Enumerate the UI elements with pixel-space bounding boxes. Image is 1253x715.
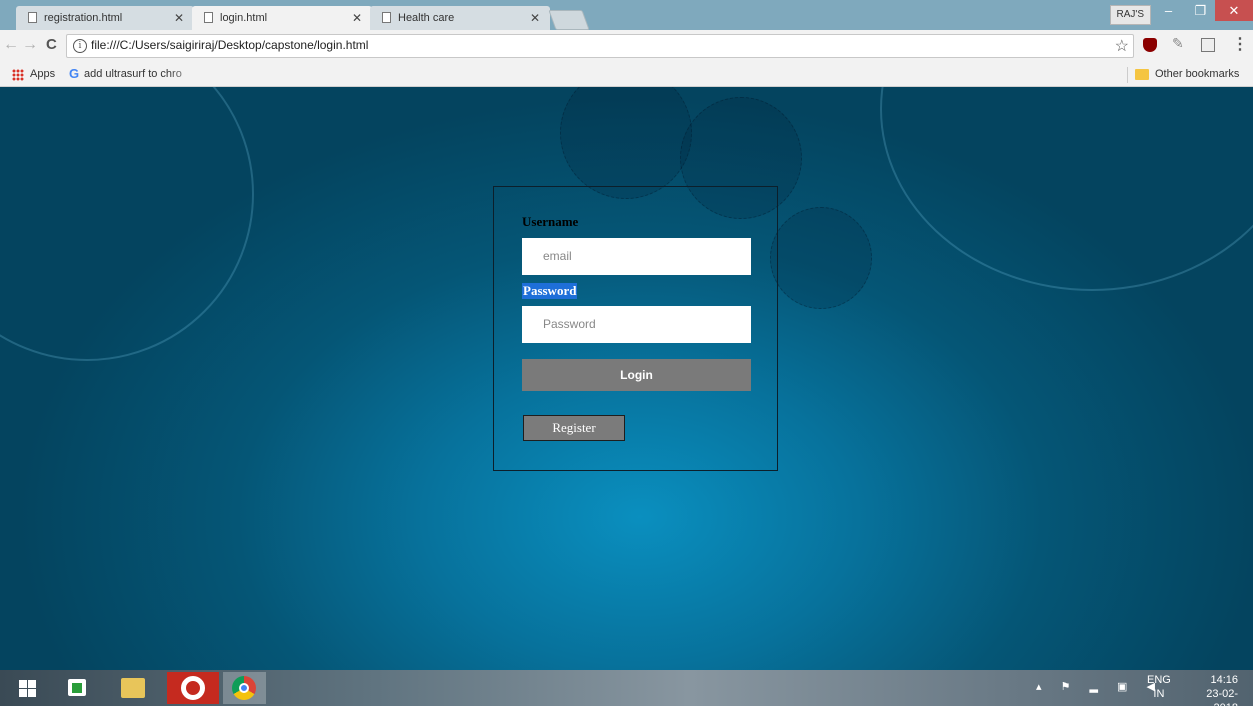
page-viewport: Username email Password Password Login R… bbox=[0, 87, 1253, 670]
page-icon bbox=[382, 12, 391, 23]
apps-bookmark[interactable]: Apps bbox=[30, 68, 55, 80]
page-icon bbox=[28, 12, 37, 23]
email-input[interactable]: email bbox=[522, 238, 751, 275]
restore-button[interactable]: ❐ bbox=[1184, 0, 1217, 21]
system-tray-icons[interactable]: ▴ ⚑ ▂ ▣ ◀ bbox=[1036, 680, 1163, 693]
clock-time: 14:16 bbox=[1210, 674, 1238, 686]
page-icon bbox=[204, 12, 213, 23]
bookmarks-bar: Apps G add ultrasurf to chro Other bookm… bbox=[0, 63, 1253, 87]
language-indicator[interactable]: ENG IN bbox=[1147, 673, 1171, 701]
close-icon[interactable]: ✕ bbox=[174, 6, 184, 30]
ublock-extension-icon[interactable] bbox=[1143, 38, 1157, 52]
tab-registration[interactable]: registration.html ✕ bbox=[16, 6, 194, 30]
minimize-button[interactable]: – bbox=[1152, 0, 1185, 21]
register-button[interactable]: Register bbox=[523, 415, 625, 441]
region-code: IN bbox=[1153, 688, 1165, 700]
forward-arrow-icon[interactable]: → bbox=[22, 36, 38, 54]
other-bookmarks[interactable]: Other bookmarks bbox=[1155, 68, 1239, 80]
language-code: ENG bbox=[1147, 674, 1171, 686]
tab-login[interactable]: login.html ✕ bbox=[192, 6, 372, 31]
store-icon[interactable] bbox=[57, 672, 99, 704]
folder-icon bbox=[1135, 69, 1149, 80]
chrome-icon[interactable] bbox=[223, 672, 266, 704]
reload-icon[interactable]: C bbox=[46, 36, 57, 53]
opera-icon[interactable] bbox=[167, 672, 219, 704]
clock-date: 23-02-2018 bbox=[1206, 688, 1238, 714]
browser-toolbar: ← → C i file:///C:/Users/saigiriraj/Desk… bbox=[0, 30, 1253, 63]
file-explorer-icon[interactable] bbox=[112, 672, 154, 704]
google-icon: G bbox=[69, 66, 80, 81]
tab-label: registration.html bbox=[44, 12, 123, 24]
password-label: Password bbox=[522, 283, 578, 299]
url-text[interactable]: file:///C:/Users/saigiriraj/Desktop/caps… bbox=[91, 38, 368, 52]
pen-extension-icon[interactable]: ✎ bbox=[1172, 35, 1186, 51]
close-icon[interactable]: ✕ bbox=[530, 6, 540, 30]
background-flower bbox=[770, 207, 872, 309]
background-flower bbox=[560, 87, 692, 199]
tab-label: Health care bbox=[398, 12, 455, 24]
bookmark-separator bbox=[1127, 67, 1128, 83]
back-arrow-icon[interactable]: ← bbox=[3, 36, 19, 54]
bookmark-item[interactable]: add ultrasurf to chro bbox=[84, 68, 204, 80]
tab-label: login.html bbox=[220, 12, 268, 24]
windows-start-icon[interactable] bbox=[12, 672, 54, 704]
tab-strip: registration.html ✕ login.html ✕ Health … bbox=[0, 0, 1253, 31]
background-swirl bbox=[880, 87, 1253, 291]
apps-grid-icon[interactable] bbox=[12, 69, 24, 81]
chrome-menu-icon[interactable]: ⋮ bbox=[1232, 34, 1248, 54]
tab-health-care[interactable]: Health care ✕ bbox=[370, 6, 550, 30]
close-icon[interactable]: ✕ bbox=[352, 6, 362, 30]
extension-icon[interactable] bbox=[1201, 38, 1215, 52]
background-swirl bbox=[0, 87, 254, 361]
bookmark-star-icon[interactable]: ☆ bbox=[1115, 36, 1129, 56]
login-button[interactable]: Login bbox=[522, 359, 751, 391]
profile-button[interactable]: RAJ'S bbox=[1109, 5, 1151, 25]
login-form: Username email Password Password Login R… bbox=[493, 186, 778, 471]
windows-taskbar: ▴ ⚑ ▂ ▣ ◀ ENG IN 14:16 23-02-2018 bbox=[0, 670, 1253, 714]
address-bar[interactable]: i file:///C:/Users/saigiriraj/Desktop/ca… bbox=[66, 34, 1134, 58]
new-tab-button[interactable] bbox=[548, 10, 590, 30]
password-input[interactable]: Password bbox=[522, 306, 751, 343]
clock[interactable]: 14:16 23-02-2018 bbox=[1183, 673, 1238, 715]
info-icon[interactable]: i bbox=[73, 39, 87, 53]
window-close-button[interactable]: ✕ bbox=[1215, 0, 1253, 21]
username-label: Username bbox=[522, 214, 579, 229]
